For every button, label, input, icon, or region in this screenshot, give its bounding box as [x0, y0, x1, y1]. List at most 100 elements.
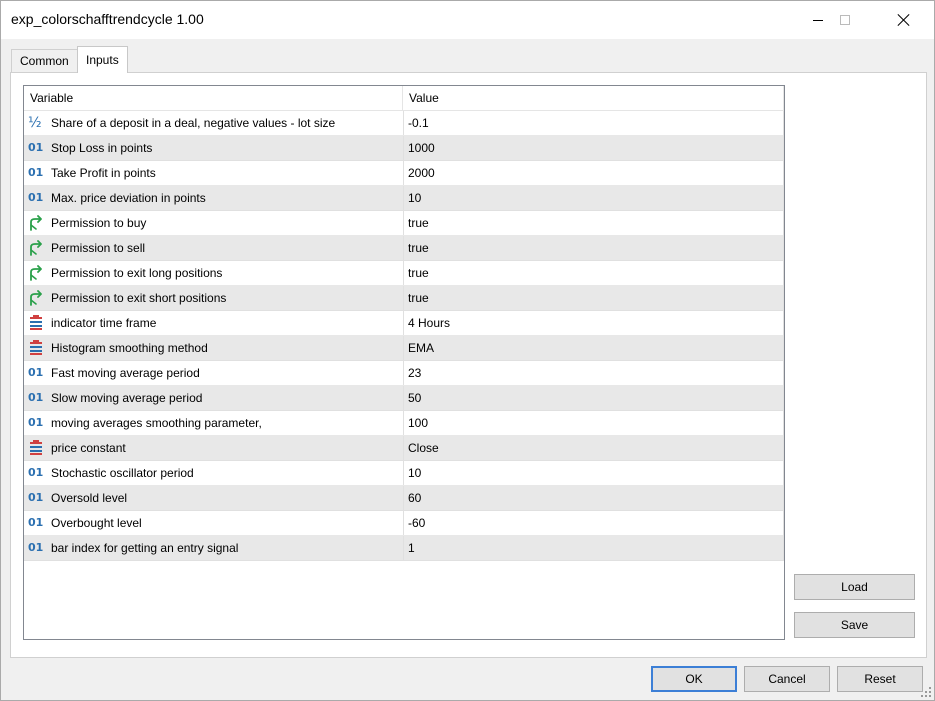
table-row[interactable]: 01 moving averages smoothing parameter, 10… — [24, 411, 784, 436]
variable-value[interactable]: true — [408, 286, 778, 310]
variable-value[interactable]: 1000 — [408, 136, 778, 160]
column-header-variable[interactable]: Variable — [24, 86, 403, 111]
variable-name: Slow moving average period — [51, 391, 203, 405]
maximize-button[interactable] — [822, 1, 868, 39]
table-row[interactable]: Permission to sell true — [24, 236, 784, 261]
variable-value[interactable]: 50 — [408, 386, 778, 410]
variable-name: indicator time frame — [51, 316, 157, 330]
variable-name: Stochastic oscillator period — [51, 466, 194, 480]
maximize-icon — [840, 15, 850, 25]
reset-button[interactable]: Reset — [837, 666, 923, 692]
variable-value[interactable]: Close — [408, 436, 778, 460]
variable-name: Max. price deviation in points — [51, 191, 206, 205]
column-divider — [403, 261, 404, 285]
variable-name: bar index for getting an entry signal — [51, 541, 239, 555]
table-row[interactable]: Permission to buy true — [24, 211, 784, 236]
variable-name: Take Profit in points — [51, 166, 156, 180]
variable-name: Oversold level — [51, 491, 128, 505]
variable-value[interactable]: true — [408, 211, 778, 235]
variable-name: Stop Loss in points — [51, 141, 153, 155]
variable-value[interactable]: 100 — [408, 411, 778, 435]
variable-name: Overbought level — [51, 516, 142, 530]
column-divider — [403, 286, 404, 310]
table-row[interactable]: 01 Stop Loss in points 1000 — [24, 136, 784, 161]
column-divider — [403, 411, 404, 435]
variable-name: moving averages smoothing parameter, — [51, 416, 262, 430]
column-divider — [403, 311, 404, 335]
enum-icon — [28, 340, 46, 356]
variable-value[interactable]: 60 — [408, 486, 778, 510]
variable-value[interactable]: true — [408, 261, 778, 285]
integer-icon: 01 — [28, 366, 44, 379]
ok-button[interactable]: OK — [651, 666, 737, 692]
column-divider — [403, 236, 404, 260]
enum-icon — [28, 315, 46, 331]
table-row[interactable]: 01 Overbought level -60 — [24, 511, 784, 536]
integer-icon: 01 — [28, 416, 44, 429]
bool-arrow-icon — [28, 265, 46, 281]
integer-icon: 01 — [28, 541, 44, 554]
column-divider — [403, 511, 404, 535]
variable-name: Permission to buy — [51, 216, 147, 230]
fraction-icon: ½ — [28, 115, 42, 131]
variable-value[interactable]: 1 — [408, 536, 778, 560]
integer-icon: 01 — [28, 166, 44, 179]
save-button[interactable]: Save — [794, 612, 915, 638]
close-icon — [897, 13, 911, 27]
table-row[interactable]: ½ Share of a deposit in a deal, negative … — [24, 111, 784, 136]
integer-icon: 01 — [28, 516, 44, 529]
column-header-value[interactable]: Value — [403, 86, 784, 111]
table-row[interactable]: 01 Stochastic oscillator period 10 — [24, 461, 784, 486]
variable-value[interactable]: 4 Hours — [408, 311, 778, 335]
integer-icon: 01 — [28, 466, 44, 479]
column-divider — [403, 186, 404, 210]
table-row[interactable]: Histogram smoothing method EMA — [24, 336, 784, 361]
grid-right-border — [783, 111, 784, 561]
column-divider — [403, 536, 404, 560]
variable-value[interactable]: -0.1 — [408, 111, 778, 135]
integer-icon: 01 — [28, 191, 44, 204]
tab-common[interactable]: Common — [11, 49, 78, 72]
variable-value[interactable]: 10 — [408, 186, 778, 210]
table-row[interactable]: 01 bar index for getting an entry signal 1 — [24, 536, 784, 561]
variable-value[interactable]: 10 — [408, 461, 778, 485]
table-row[interactable]: indicator time frame 4 Hours — [24, 311, 784, 336]
bool-arrow-icon — [28, 215, 46, 231]
tab-inputs[interactable]: Inputs — [77, 46, 128, 73]
variable-value[interactable]: -60 — [408, 511, 778, 535]
column-divider — [403, 111, 404, 135]
variable-value[interactable]: 23 — [408, 361, 778, 385]
variable-name: Share of a deposit in a deal, negative v… — [51, 116, 336, 130]
variable-name: price constant — [51, 441, 126, 455]
table-row[interactable]: Permission to exit short positions true — [24, 286, 784, 311]
column-divider — [403, 211, 404, 235]
table-row[interactable]: price constant Close — [24, 436, 784, 461]
window-title: exp_colorschafftrendcycle 1.00 — [11, 11, 204, 27]
variable-value[interactable]: 2000 — [408, 161, 778, 185]
table-row[interactable]: 01 Fast moving average period 23 — [24, 361, 784, 386]
variable-value[interactable]: EMA — [408, 336, 778, 360]
cancel-button[interactable]: Cancel — [744, 666, 830, 692]
bool-arrow-icon — [28, 240, 46, 256]
table-row[interactable]: 01 Max. price deviation in points 10 — [24, 186, 784, 211]
enum-icon — [28, 440, 46, 456]
integer-icon: 01 — [28, 391, 44, 404]
inputs-grid: Variable Value ½ Share of a deposit in a … — [23, 85, 785, 640]
column-divider — [403, 486, 404, 510]
table-row[interactable]: Permission to exit long positions true — [24, 261, 784, 286]
variable-name: Permission to sell — [51, 241, 146, 255]
column-divider — [403, 386, 404, 410]
bool-arrow-icon — [28, 290, 46, 306]
table-row[interactable]: 01 Oversold level 60 — [24, 486, 784, 511]
table-row[interactable]: 01 Take Profit in points 2000 — [24, 161, 784, 186]
column-divider — [403, 336, 404, 360]
table-row[interactable]: 01 Slow moving average period 50 — [24, 386, 784, 411]
resize-grip-icon[interactable] — [921, 687, 931, 697]
load-button[interactable]: Load — [794, 574, 915, 600]
column-divider — [403, 136, 404, 160]
variable-value[interactable]: true — [408, 236, 778, 260]
variable-name: Fast moving average period — [51, 366, 200, 380]
dialog-window: exp_colorschafftrendcycle 1.00 Common In… — [0, 0, 935, 701]
close-button[interactable] — [881, 1, 927, 39]
variable-name: Permission to exit short positions — [51, 291, 227, 305]
